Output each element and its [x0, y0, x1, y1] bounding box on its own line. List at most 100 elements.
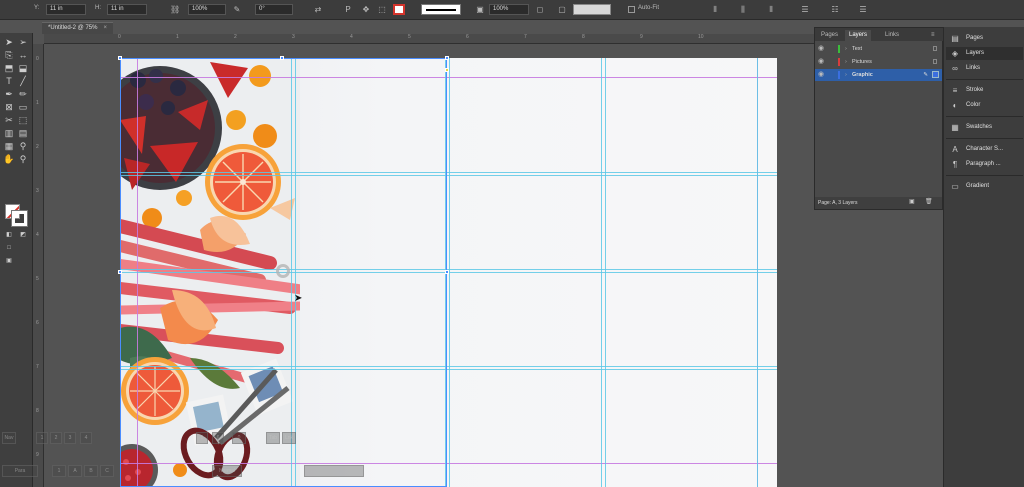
- ruler-tick: 5: [36, 276, 39, 282]
- type-icon[interactable]: P: [343, 4, 353, 15]
- direct-selection-tool-icon[interactable]: ➢: [17, 36, 29, 48]
- tab-layers[interactable]: Layers: [845, 30, 872, 41]
- resize-handle[interactable]: [445, 270, 449, 274]
- dock-item-label: Layers: [966, 50, 985, 56]
- layer-row-pictures[interactable]: ◉ › Pictures: [815, 56, 942, 68]
- layer-row-text[interactable]: ◉ › Text: [815, 43, 942, 55]
- dock-divider: [946, 79, 1023, 80]
- auto-fit-checkbox[interactable]: [628, 6, 635, 13]
- tab-pages[interactable]: Pages: [817, 30, 842, 41]
- dock-item-links[interactable]: ∞ Links: [946, 62, 1023, 75]
- dock-item-layers[interactable]: ◈ Layers: [946, 47, 1023, 60]
- trash-icon[interactable]: 🗑: [925, 199, 933, 206]
- corner-icon[interactable]: ▢: [557, 4, 567, 15]
- eye-icon[interactable]: ◉: [818, 56, 824, 68]
- dock-item-stroke[interactable]: ≡ Stroke: [946, 84, 1023, 97]
- ruler-tick: 3: [292, 34, 295, 40]
- formatting-container-icon[interactable]: □: [3, 242, 15, 254]
- document-tab[interactable]: *Untitled-2 @ 75% ×: [42, 22, 113, 34]
- screen-mode-icon[interactable]: ▣: [3, 255, 15, 267]
- lock-icon[interactable]: [933, 46, 937, 51]
- apply-none-icon[interactable]: ◩: [17, 229, 29, 241]
- move-icon[interactable]: ✥: [361, 4, 371, 15]
- resize-handle[interactable]: [118, 56, 122, 60]
- live-corner-handle[interactable]: [445, 68, 449, 72]
- pen-icon[interactable]: ✎: [923, 69, 928, 81]
- stroke-swatch[interactable]: [11, 210, 28, 227]
- content-grabber-icon[interactable]: [276, 264, 290, 278]
- character-styles-icon: A: [952, 145, 958, 154]
- resize-handle[interactable]: [445, 56, 449, 60]
- ruler-tick: 4: [36, 232, 39, 238]
- pencil-tool-icon[interactable]: ✏: [17, 88, 29, 100]
- content-placer-icon[interactable]: ⬓: [17, 62, 29, 74]
- new-layer-icon[interactable]: ▣: [909, 199, 916, 206]
- panel-menu-icon[interactable]: ☰: [858, 4, 868, 15]
- align-right-icon[interactable]: ⫴: [766, 4, 776, 15]
- vertical-ruler[interactable]: 0 1 2 3 4 5 6 7 8 9: [33, 44, 44, 487]
- pencil-icon[interactable]: ✎: [232, 4, 242, 15]
- dock-item-character-styles[interactable]: A Character S...: [946, 143, 1023, 156]
- content-collector-icon[interactable]: ⬒: [3, 62, 15, 74]
- dock-item-swatches[interactable]: ▦ Swatches: [946, 121, 1023, 134]
- page-tool-icon[interactable]: ⎘: [3, 49, 15, 61]
- stroke-type-dropdown[interactable]: [421, 4, 461, 15]
- selection-indicator[interactable]: [932, 71, 939, 78]
- dock-item-color[interactable]: ◐ Color: [946, 99, 1023, 112]
- gradient-swatch-tool-icon[interactable]: ▥: [3, 127, 15, 139]
- ruler-tick: 8: [36, 408, 39, 414]
- selection-tool-icon[interactable]: ➤: [3, 36, 15, 48]
- eyedropper-tool-icon[interactable]: ⚲: [17, 140, 29, 152]
- layer-row-graphic[interactable]: ◉ › Graphic ✎: [815, 69, 942, 81]
- hand-tool-icon[interactable]: ✋: [3, 153, 15, 165]
- eye-icon[interactable]: ◉: [818, 69, 824, 81]
- dock-item-label: Gradient: [966, 183, 990, 189]
- free-transform-tool-icon[interactable]: ⬚: [17, 114, 29, 126]
- scale-x-field[interactable]: 100%: [188, 4, 226, 15]
- horizontal-ruler[interactable]: 0 1 2 3 4 5 6 7 8 9 10: [44, 34, 814, 44]
- rotate-field[interactable]: 0°: [255, 4, 293, 15]
- line-tool-icon[interactable]: ╱: [17, 75, 29, 87]
- flip-h-icon[interactable]: ⇄: [313, 4, 323, 15]
- default-colors-icon[interactable]: ◧: [3, 229, 15, 241]
- fx-icon[interactable]: ◻: [535, 4, 545, 15]
- gap-tool-icon[interactable]: ↔: [17, 49, 29, 61]
- y-field[interactable]: 11 in: [46, 4, 86, 15]
- resize-handle[interactable]: [280, 56, 284, 60]
- distribute-v-icon[interactable]: ☷: [830, 4, 840, 15]
- tab-links[interactable]: Links: [881, 30, 903, 41]
- eye-icon[interactable]: ◉: [818, 43, 824, 55]
- distribute-icon[interactable]: ☰: [800, 4, 810, 15]
- opacity-field[interactable]: 100%: [489, 4, 529, 15]
- lock-icon[interactable]: [933, 59, 937, 64]
- panel-menu-icon[interactable]: ≡: [927, 30, 939, 41]
- chevron-right-icon[interactable]: ›: [845, 69, 847, 81]
- gradient-feather-tool-icon[interactable]: ▤: [17, 127, 29, 139]
- ghost-button: 6: [212, 432, 224, 444]
- rectangle-tool-icon[interactable]: ▭: [17, 101, 29, 113]
- h-field[interactable]: 11 in: [107, 4, 147, 15]
- close-tab-icon[interactable]: ×: [103, 25, 107, 31]
- scissors-tool-icon[interactable]: ✂: [3, 114, 15, 126]
- fill-swatch[interactable]: [393, 4, 405, 15]
- effects-icon[interactable]: ▣: [475, 4, 485, 15]
- ghost-button: A: [68, 465, 82, 477]
- chevron-right-icon[interactable]: ›: [845, 43, 847, 55]
- dock-item-pages[interactable]: ▤ Pages: [946, 32, 1023, 45]
- style-dropdown[interactable]: [573, 4, 611, 15]
- ghost-button: 4: [80, 432, 92, 444]
- align-left-icon[interactable]: ⫴: [710, 4, 720, 15]
- select-content-icon[interactable]: ⬚: [377, 4, 387, 15]
- chevron-right-icon[interactable]: ›: [845, 56, 847, 68]
- dock-item-gradient[interactable]: ▭ Gradient: [946, 180, 1023, 193]
- dock-item-paragraph-styles[interactable]: ¶ Paragraph ...: [946, 158, 1023, 171]
- type-tool-icon[interactable]: T: [3, 75, 15, 87]
- align-center-icon[interactable]: ⫼: [738, 4, 748, 15]
- constrain-icon[interactable]: ⛓: [170, 4, 180, 15]
- pen-tool-icon[interactable]: ✒: [3, 88, 15, 100]
- zoom-tool-icon[interactable]: ⚲: [17, 153, 29, 165]
- note-tool-icon[interactable]: ▦: [3, 140, 15, 152]
- rectangle-frame-tool-icon[interactable]: ⊠: [3, 101, 15, 113]
- y-label: Y:: [34, 5, 40, 11]
- resize-handle[interactable]: [118, 270, 122, 274]
